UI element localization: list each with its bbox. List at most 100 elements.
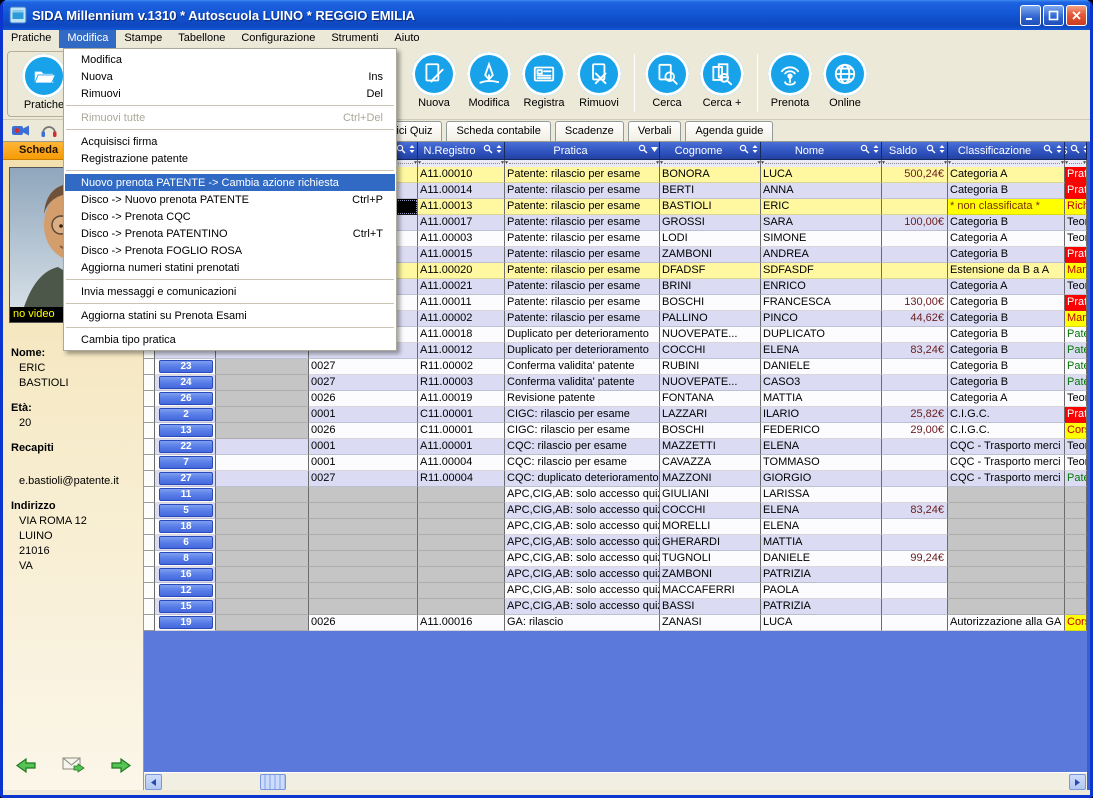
menubar-item-configurazione[interactable]: Configurazione (233, 30, 323, 48)
cell-pratica[interactable]: Patente: rilascio per esame (505, 167, 660, 183)
menu-item-nuova[interactable]: NuovaIns (64, 68, 396, 85)
cell-stato[interactable]: Teor (1065, 215, 1087, 231)
cell-stato[interactable]: Prati (1065, 407, 1087, 423)
filter-icon[interactable] (650, 144, 659, 157)
cell-statino[interactable]: 0027 (309, 375, 418, 391)
cell-pratica[interactable]: APC,CIG,AB: solo accesso quiz (505, 503, 660, 519)
cell-pratica[interactable]: APC,CIG,AB: solo accesso quiz (505, 599, 660, 615)
menubar-item-tabellone[interactable]: Tabellone (170, 30, 233, 48)
cell-cognome[interactable]: BASSI (660, 599, 761, 615)
cell-col2[interactable] (216, 535, 309, 551)
cell-registro[interactable]: A11.00010 (418, 167, 505, 183)
toolbar-button-online[interactable]: Online (818, 52, 872, 109)
toolbar-button-registra[interactable]: Registra (517, 52, 571, 109)
cell-nome[interactable]: ELENA (761, 503, 882, 519)
cell-classificazione[interactable]: Categoria B (948, 359, 1065, 375)
menu-item-disco-prenota-patentino[interactable]: Disco -> Prenota PATENTINOCtrl+T (64, 225, 396, 242)
cell-saldo[interactable] (882, 279, 948, 295)
cell-statino[interactable]: 0001 (309, 455, 418, 471)
cell-cognome[interactable]: DFADSF (660, 263, 761, 279)
cell-saldo[interactable] (882, 391, 948, 407)
cell-col2[interactable] (216, 487, 309, 503)
cell-stato[interactable]: Teor (1065, 279, 1087, 295)
cell-nome[interactable]: DANIELE (761, 551, 882, 567)
cell-rowmark[interactable] (144, 359, 155, 375)
cell-cognome[interactable]: LODI (660, 231, 761, 247)
sort-icon[interactable] (408, 144, 417, 157)
cell-rowmark[interactable] (144, 551, 155, 567)
table-row[interactable]: 130026C11.00001CIGC: rilascio per esameB… (144, 423, 1087, 439)
cell-pratica[interactable]: Patente: rilascio per esame (505, 279, 660, 295)
cell-col2[interactable] (216, 391, 309, 407)
cell-pratica[interactable]: Patente: rilascio per esame (505, 311, 660, 327)
cell-cognome[interactable]: LAZZARI (660, 407, 761, 423)
cell-nome[interactable]: ERIC (761, 199, 882, 215)
filter-cell[interactable]: ▾▾ (1065, 160, 1087, 167)
cell-btn[interactable]: 5 (155, 503, 216, 519)
cell-nome[interactable]: ILARIO (761, 407, 882, 423)
row-number-button[interactable]: 18 (159, 520, 213, 533)
cell-nome[interactable]: ANDREA (761, 247, 882, 263)
cell-classificazione[interactable]: Categoria B (948, 247, 1065, 263)
toolbar-button-nuova[interactable]: Nuova (407, 52, 461, 109)
filter-cell[interactable]: ▾▾ (882, 160, 948, 167)
cell-saldo[interactable] (882, 231, 948, 247)
table-row[interactable]: 12APC,CIG,AB: solo accesso quizMACCAFERR… (144, 583, 1087, 599)
cell-saldo[interactable] (882, 471, 948, 487)
cell-statino[interactable]: 0001 (309, 439, 418, 455)
cell-classificazione[interactable]: Categoria B (948, 327, 1065, 343)
column-header-registro[interactable]: N.Registro (418, 142, 505, 160)
cell-statino[interactable] (309, 599, 418, 615)
cell-classificazione[interactable]: Categoria B (948, 215, 1065, 231)
cell-statino[interactable] (309, 487, 418, 503)
menu-item-rimuovi[interactable]: RimuoviDel (64, 85, 396, 102)
headset-icon[interactable] (39, 122, 59, 139)
cell-stato[interactable]: Cors (1065, 423, 1087, 439)
cell-nome[interactable]: FRANCESCA (761, 295, 882, 311)
cell-pratica[interactable]: APC,CIG,AB: solo accesso quiz (505, 519, 660, 535)
cell-col2[interactable] (216, 359, 309, 375)
send-email-button[interactable] (62, 756, 85, 780)
cell-registro[interactable]: R11.00003 (418, 375, 505, 391)
cell-cognome[interactable]: GROSSI (660, 215, 761, 231)
cell-stato[interactable]: Man (1065, 263, 1087, 279)
cell-registro[interactable] (418, 583, 505, 599)
cell-registro[interactable] (418, 567, 505, 583)
cell-btn[interactable]: 24 (155, 375, 216, 391)
cell-registro[interactable]: A11.00003 (418, 231, 505, 247)
cell-registro[interactable]: A11.00012 (418, 343, 505, 359)
menu-item-disco-nuovo-prenota-patente[interactable]: Disco -> Nuovo prenota PATENTECtrl+P (64, 191, 396, 208)
cell-rowmark[interactable] (144, 487, 155, 503)
column-header-pratica[interactable]: Pratica (505, 142, 660, 160)
table-row[interactable]: 16APC,CIG,AB: solo accesso quizZAMBONIPA… (144, 567, 1087, 583)
cell-pratica[interactable]: Patente: rilascio per esame (505, 231, 660, 247)
row-number-button[interactable]: 26 (159, 392, 213, 405)
tab-scadenze[interactable]: Scadenze (555, 121, 624, 141)
cell-cognome[interactable]: RUBINI (660, 359, 761, 375)
cell-classificazione[interactable]: Estensione da B a A (948, 263, 1065, 279)
cell-btn[interactable]: 8 (155, 551, 216, 567)
row-number-button[interactable]: 16 (159, 568, 213, 581)
cell-pratica[interactable]: Duplicato per deterioramento (505, 327, 660, 343)
cell-registro[interactable]: R11.00004 (418, 471, 505, 487)
scroll-left-button[interactable] (145, 774, 162, 790)
cell-statino[interactable] (309, 535, 418, 551)
cell-classificazione[interactable]: CQC - Trasporto merci (948, 455, 1065, 471)
cell-cognome[interactable]: MACCAFERRI (660, 583, 761, 599)
cell-pratica[interactable]: Duplicato per deterioramento (505, 343, 660, 359)
cell-cognome[interactable]: CAVAZZA (660, 455, 761, 471)
cell-classificazione[interactable]: Categoria B (948, 343, 1065, 359)
cell-nome[interactable]: SDFASDF (761, 263, 882, 279)
cell-classificazione[interactable] (948, 503, 1065, 519)
cell-statino[interactable]: 0001 (309, 407, 418, 423)
cell-classificazione[interactable]: Categoria B (948, 311, 1065, 327)
cell-saldo[interactable] (882, 327, 948, 343)
cell-stato[interactable]: Teor (1065, 391, 1087, 407)
previous-record-button[interactable] (15, 756, 38, 780)
cell-btn[interactable]: 13 (155, 423, 216, 439)
cell-saldo[interactable]: 25,82€ (882, 407, 948, 423)
cell-classificazione[interactable] (948, 535, 1065, 551)
cell-col2[interactable] (216, 599, 309, 615)
cell-rowmark[interactable] (144, 535, 155, 551)
table-row[interactable]: 6APC,CIG,AB: solo accesso quizGHERARDIMA… (144, 535, 1087, 551)
